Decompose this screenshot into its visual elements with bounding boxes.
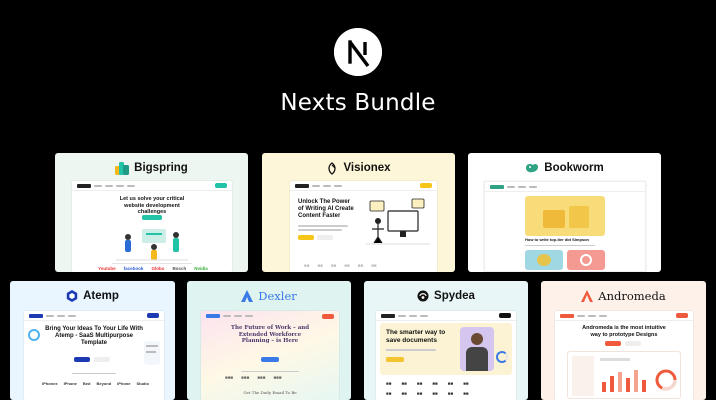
preview-nav	[72, 181, 232, 191]
template-card-spydea[interactable]: Spydea The smarter way to save documents…	[364, 281, 528, 400]
card-header: Dexler	[187, 281, 351, 311]
preview-hero-text: The smarter way to save documents	[386, 329, 446, 344]
andromeda-a-icon	[581, 290, 594, 302]
template-card-bigspring[interactable]: Bigspring Let us solve your critical web…	[55, 153, 248, 272]
template-name: Dexler	[258, 289, 297, 303]
template-card-visionex[interactable]: Visionex Unlock The Power of Writing AI …	[262, 153, 455, 272]
person-photo	[460, 327, 494, 371]
featured-image	[525, 196, 605, 236]
template-name: Visionex	[343, 162, 391, 174]
dashboard-mockup	[567, 351, 681, 399]
dexler-a-icon	[241, 290, 254, 302]
card-header: Spydea	[364, 281, 528, 311]
atemp-hexagon-icon	[66, 290, 78, 302]
preview-hero-text: How to write top-tier dbt Simpson	[525, 237, 589, 242]
template-card-dexler[interactable]: Dexler The Future of Work – and Extended…	[187, 281, 351, 400]
template-preview: Unlock The Power of Writing AI Create Co…	[290, 181, 437, 272]
page-title: Nexts Bundle	[280, 90, 436, 116]
template-card-atemp[interactable]: Atemp Bring Your Ideas To Your Life With…	[10, 281, 175, 400]
card-header: Bookworm	[468, 153, 661, 183]
nextjs-n-icon	[334, 28, 382, 76]
template-name: Andromeda	[598, 289, 666, 303]
preview-nav	[485, 182, 645, 192]
template-preview: Let us solve your critical website devel…	[72, 181, 232, 272]
template-card-andromeda[interactable]: Andromeda Andromeda is the most intuitiv…	[541, 281, 706, 400]
template-preview: Bring Your Ideas To Your Life With Atemp…	[24, 311, 164, 400]
preview-nav	[376, 311, 516, 321]
visionex-swirl-icon	[328, 161, 337, 175]
card-header: Atemp	[10, 281, 175, 311]
spydea-bug-icon	[417, 290, 429, 302]
template-name: Bigspring	[134, 162, 188, 174]
partner-logos: Youtube facebook Globo Bosch Nvidia	[98, 266, 208, 271]
partner-logos: ■■■■■■■■■■■■	[386, 381, 469, 386]
partner-logos: iPhonex IPhone Bed Beyond iPhone Studio	[42, 381, 149, 386]
preview-hero-text: The Future of Work – and Extended Workfo…	[230, 325, 310, 345]
preview-hero-text: Bring Your Ideas To Your Life With Atemp…	[45, 326, 143, 347]
card-header: Visionex	[262, 153, 455, 183]
preview-nav	[555, 311, 693, 321]
template-name: Bookworm	[544, 162, 604, 174]
preview-nav	[24, 311, 164, 321]
template-preview: The Future of Work – and Extended Workfo…	[201, 311, 339, 400]
template-card-bookworm[interactable]: Bookworm How to write top-tier dbt Simps…	[468, 153, 661, 272]
partner-logos: ■■■■■■■■■■■■	[304, 263, 377, 268]
card-header: Bigspring	[55, 153, 248, 183]
template-preview: How to write top-tier dbt Simpson	[484, 181, 646, 272]
bookworm-leaf-icon	[526, 163, 539, 173]
preview-hero-text: Let us solve your critical website devel…	[119, 196, 185, 216]
partner-logos: ■■■■■■■■■■■■	[225, 375, 282, 380]
preview-hero-text: Unlock The Power of Writing AI Create Co…	[298, 199, 354, 220]
template-preview: Andromeda is the most intuitive way to p…	[555, 311, 693, 400]
preview-hero-text: Andromeda is the most intuitive way to p…	[582, 325, 666, 338]
ai-illustration	[366, 198, 430, 245]
template-name: Atemp	[83, 290, 119, 302]
preview-nav	[290, 181, 437, 191]
bigspring-leaf-icon	[115, 161, 130, 175]
people-illustration	[116, 229, 188, 261]
preview-nav	[201, 311, 339, 321]
template-name: Spydea	[434, 290, 475, 302]
preview-footer-text: Get The Daily Email To Be	[243, 390, 297, 395]
card-header: Andromeda	[541, 281, 706, 311]
template-preview: The smarter way to save documents ■■ ■■ ■■…	[376, 311, 516, 400]
